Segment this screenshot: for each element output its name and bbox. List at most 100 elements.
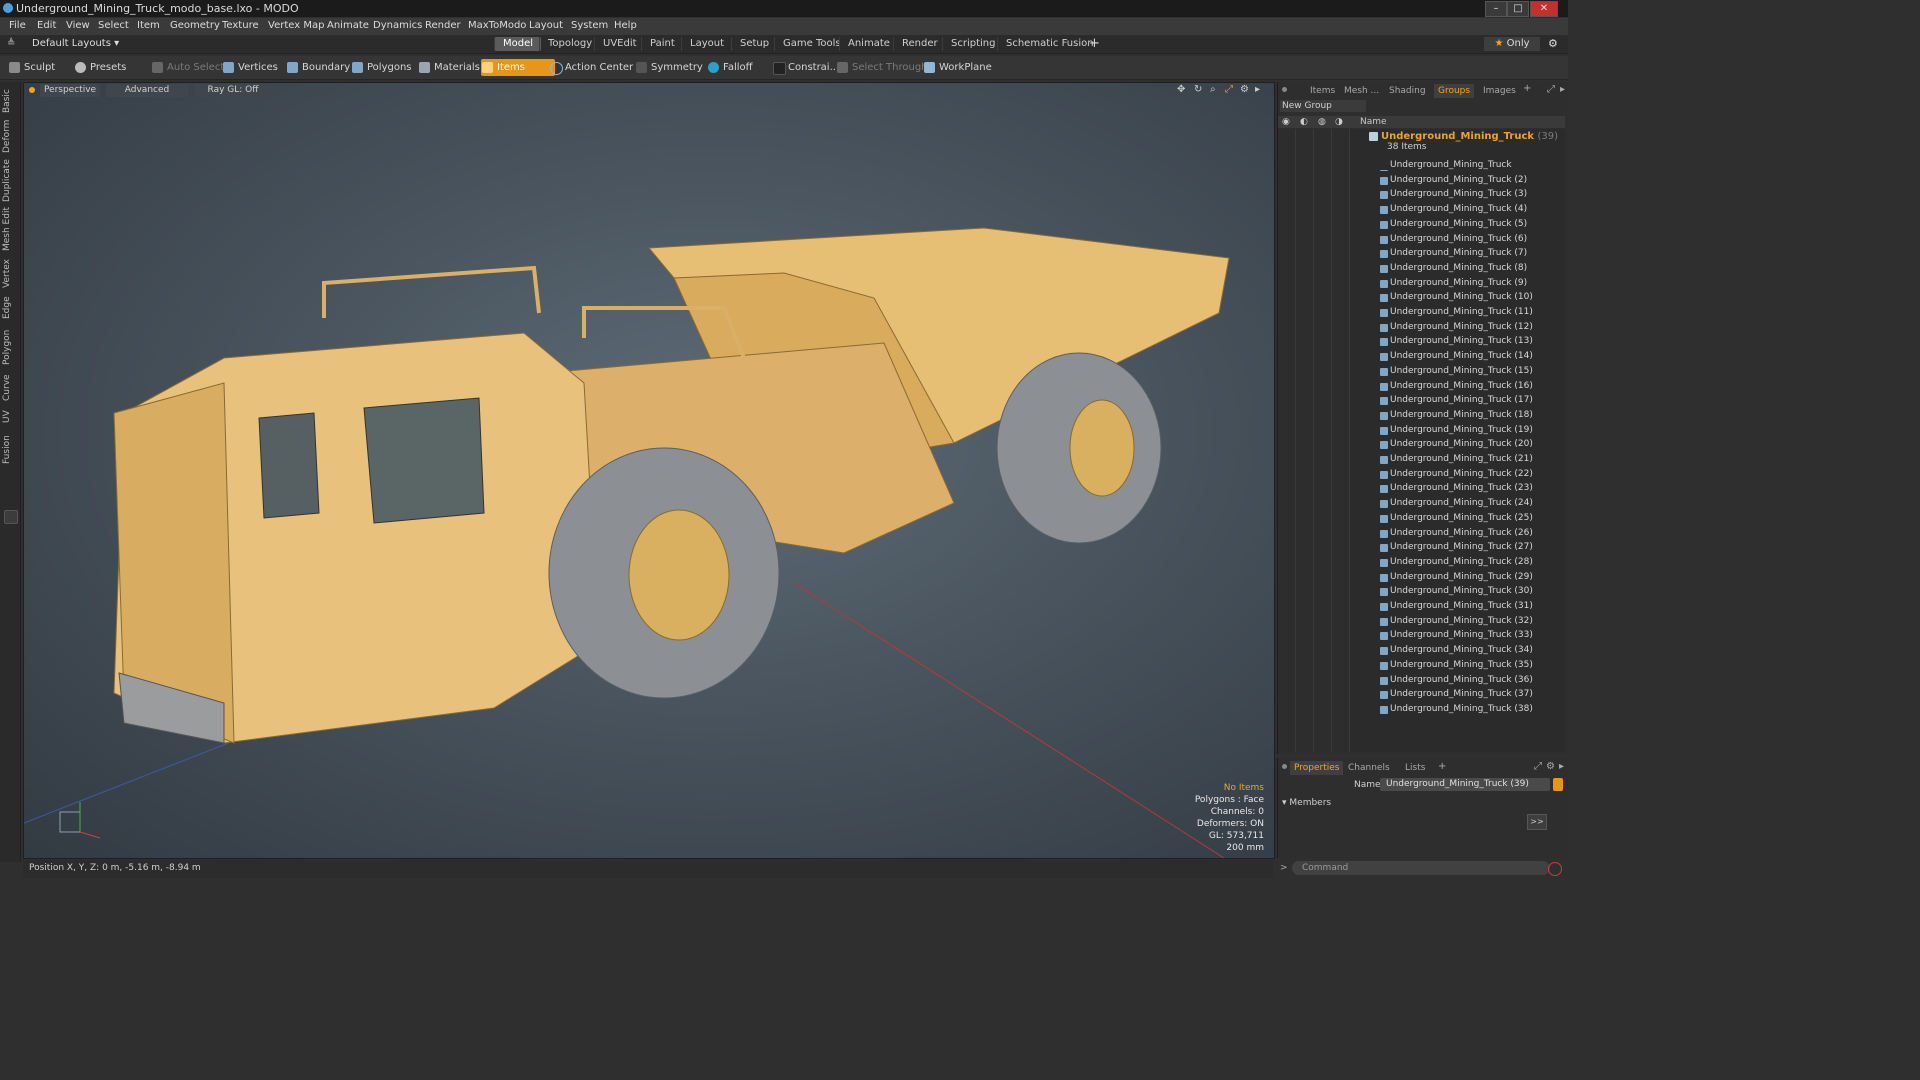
menu-layout[interactable]: Layout	[529, 20, 563, 31]
list-item[interactable]: Underground_Mining_Truck (20)	[1370, 438, 1560, 452]
list-item[interactable]: Underground_Mining_Truck (32)	[1370, 615, 1560, 629]
only-toggle[interactable]: ★ Only	[1484, 37, 1540, 51]
list-item[interactable]: Underground_Mining_Truck (35)	[1370, 659, 1560, 673]
vtab-vertex[interactable]: Vertex	[2, 256, 18, 292]
items-button[interactable]: Items	[481, 59, 555, 76]
list-item[interactable]: Underground_Mining_Truck (12)	[1370, 321, 1560, 335]
polygons-button[interactable]: Polygons	[351, 59, 412, 76]
menu-file[interactable]: File	[9, 20, 26, 31]
vtab-deform[interactable]: Deform	[2, 118, 18, 154]
list-item[interactable]: Underground_Mining_Truck (34)	[1370, 644, 1560, 658]
list-item[interactable]: Underground_Mining_Truck (15)	[1370, 365, 1560, 379]
toolbox-toggle-icon[interactable]	[4, 510, 18, 524]
list-item[interactable]: Underground_Mining_Truck (17)	[1370, 394, 1560, 408]
list-item[interactable]: Underground_Mining_Truck (31)	[1370, 600, 1560, 614]
group-list[interactable]: Underground_Mining_Truck (39) 38 Items U…	[1278, 129, 1565, 752]
list-item[interactable]: Underground_Mining_Truck (27)	[1370, 541, 1560, 555]
vtab-curve[interactable]: Curve	[2, 372, 18, 404]
list-item[interactable]: Underground_Mining_Truck (37)	[1370, 688, 1560, 702]
select-toggle-icon[interactable]: ◑	[1335, 117, 1343, 127]
menu-select[interactable]: Select	[98, 20, 129, 31]
vtab-polygon[interactable]: Polygon	[2, 326, 18, 368]
properties-arrow-icon[interactable]: ▸	[1559, 761, 1564, 772]
layout-menu-icon[interactable]: ≜	[7, 38, 15, 49]
panel-expand-icon[interactable]: ⤢	[1547, 84, 1555, 95]
menu-item[interactable]: Item	[137, 20, 160, 31]
list-item[interactable]: Underground_Mining_Truck (7)	[1370, 247, 1560, 261]
tab-items[interactable]: Items	[1310, 84, 1335, 98]
vtab-basic[interactable]: Basic	[2, 86, 18, 116]
list-item[interactable]: Underground_Mining_Truck (38)	[1370, 703, 1560, 717]
constraints-button[interactable]: Constrai...	[772, 59, 839, 76]
menu-edit[interactable]: Edit	[37, 20, 56, 31]
vtab-fusion[interactable]: Fusion	[2, 430, 18, 470]
maximize-button[interactable]: □	[1507, 1, 1529, 17]
menu-vertex-map[interactable]: Vertex Map	[268, 20, 324, 31]
close-button[interactable]: ✕	[1530, 1, 1558, 17]
list-item[interactable]: Underground_Mining_Truck (29)	[1370, 571, 1560, 585]
list-item[interactable]: Underground_Mining_Truck (21)	[1370, 453, 1560, 467]
group-color-swatch[interactable]	[1553, 778, 1563, 791]
list-item[interactable]: Underground_Mining_Truck (3)	[1370, 188, 1560, 202]
add-layout-icon[interactable]: +	[1089, 36, 1100, 51]
tab-properties[interactable]: Properties	[1290, 761, 1344, 775]
properties-expand-icon[interactable]: ⤢	[1534, 761, 1542, 772]
3d-viewport[interactable]: Perspective Advanced Ray GL: Off ✥ ↻ ⌕ ⤢…	[23, 82, 1275, 859]
list-item[interactable]: Underground_Mining_Truck (28)	[1370, 556, 1560, 570]
command-history-arrow-icon[interactable]: >	[1280, 863, 1288, 873]
tab-images[interactable]: Images	[1483, 84, 1516, 98]
members-more-button[interactable]: >>	[1527, 814, 1547, 830]
list-item[interactable]: Underground_Mining_Truck (11)	[1370, 306, 1560, 320]
default-layouts-dropdown[interactable]: Default Layouts ▾	[32, 38, 119, 49]
list-item[interactable]: Underground_Mining_Truck (6)	[1370, 233, 1560, 247]
list-item[interactable]: Underground_Mining_Truck (9)	[1370, 277, 1560, 291]
tab-animate[interactable]: Animate	[839, 37, 898, 51]
tab-scripting[interactable]: Scripting	[942, 37, 1003, 51]
list-item[interactable]: Underground_Mining_Truck (23)	[1370, 482, 1560, 496]
panel-menu-dot[interactable]	[1282, 87, 1287, 92]
tab-uvedit[interactable]: UVEdit	[594, 37, 645, 51]
new-group-button[interactable]: New Group	[1280, 100, 1366, 112]
group-row[interactable]: Underground_Mining_Truck (39)	[1381, 131, 1558, 142]
menu-maxtomodo[interactable]: MaxToModo	[468, 20, 526, 31]
list-item[interactable]: Underground_Mining_Truck (2)	[1370, 174, 1560, 188]
command-input[interactable]: Command	[1292, 861, 1550, 875]
members-section[interactable]: ▾ Members	[1282, 798, 1331, 808]
vtab-duplicate[interactable]: Duplicate	[2, 158, 18, 204]
falloff-button[interactable]: Falloff	[707, 59, 753, 76]
list-item[interactable]: Underground_Mining_Truck (10)	[1370, 291, 1560, 305]
menu-help[interactable]: Help	[614, 20, 637, 31]
select-through-button[interactable]: Select Through	[836, 59, 928, 76]
tab-topology[interactable]: Topology	[539, 37, 600, 51]
sculpt-button[interactable]: Sculpt	[8, 59, 55, 76]
boundary-button[interactable]: Boundary	[286, 59, 350, 76]
list-item[interactable]: Underground_Mining_Truck (26)	[1370, 527, 1560, 541]
properties-gear-icon[interactable]: ⚙	[1546, 761, 1555, 772]
vertices-button[interactable]: Vertices	[222, 59, 278, 76]
tab-lists[interactable]: Lists	[1405, 761, 1425, 775]
tab-channels[interactable]: Channels	[1348, 761, 1390, 775]
list-item[interactable]: Underground_Mining_Truck (5)	[1370, 218, 1560, 232]
list-item[interactable]: Underground_Mining_Truck (24)	[1370, 497, 1560, 511]
auto-select-button[interactable]: Auto Select	[151, 59, 224, 76]
tab-setup[interactable]: Setup	[731, 37, 777, 51]
tab-model[interactable]: Model	[494, 37, 542, 51]
panel-arrow-icon[interactable]: ▸	[1560, 84, 1565, 95]
list-item[interactable]: Underground_Mining_Truck (25)	[1370, 512, 1560, 526]
minimize-button[interactable]: –	[1485, 1, 1507, 17]
list-item[interactable]: Underground_Mining_Truck (8)	[1370, 262, 1560, 276]
lock-toggle-icon[interactable]: ◍	[1318, 117, 1326, 127]
settings-gear-icon[interactable]: ⚙	[1548, 37, 1558, 50]
list-item[interactable]: Underground_Mining_Truck (16)	[1370, 380, 1560, 394]
symmetry-button[interactable]: Symmetry	[635, 59, 703, 76]
list-item[interactable]: Underground_Mining_Truck (36)	[1370, 674, 1560, 688]
tab-layout[interactable]: Layout	[681, 37, 732, 51]
menu-system[interactable]: System	[571, 20, 608, 31]
group-name-field[interactable]: Underground_Mining_Truck (39)	[1380, 778, 1550, 791]
add-panel-tab-icon[interactable]: +	[1523, 83, 1531, 94]
menu-render[interactable]: Render	[425, 20, 461, 31]
list-item[interactable]: Underground_Mining_Truck (18)	[1370, 409, 1560, 423]
menu-view[interactable]: View	[66, 20, 90, 31]
list-item[interactable]: Underground_Mining_Truck	[1370, 159, 1560, 173]
presets-button[interactable]: Presets	[74, 59, 126, 76]
